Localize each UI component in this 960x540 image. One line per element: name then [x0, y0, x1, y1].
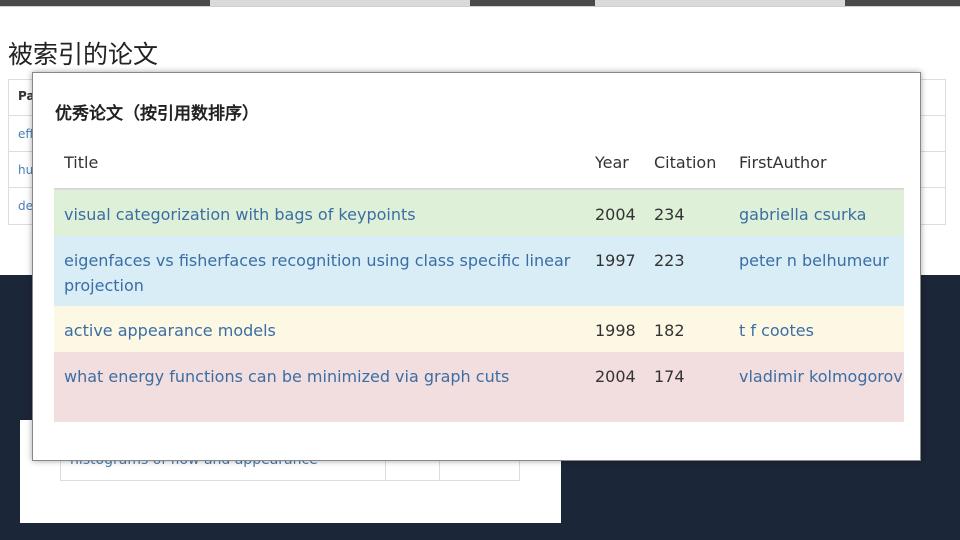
paper-author-link[interactable]: vladimir kolmogorov	[739, 364, 904, 389]
paper-author-link[interactable]: gabriella csurka	[739, 202, 904, 227]
table-row: visual categorization with bags of keypo…	[54, 190, 904, 236]
paper-year: 1997	[595, 251, 636, 270]
column-header-first-author[interactable]: FirstAuthor	[739, 153, 904, 172]
paper-citation-count: 182	[654, 321, 685, 340]
paper-title-link[interactable]: active appearance models	[64, 318, 584, 343]
paper-author-link[interactable]: peter n belhumeur	[739, 248, 904, 273]
paper-citation-count: 223	[654, 251, 685, 270]
top-papers-table: Title Year Citation FirstAuthor visual c…	[54, 143, 904, 422]
table-header: Title Year Citation FirstAuthor	[54, 143, 904, 190]
panel-title: 被索引的论文	[8, 40, 159, 69]
row-link-stub[interactable]: hu	[18, 163, 33, 177]
table-row: what energy functions can be minimized v…	[54, 352, 904, 422]
paper-citation-count: 174	[654, 367, 685, 386]
top-papers-panel: 优秀论文（按引用数排序） Title Year Citation FirstAu…	[32, 72, 921, 461]
paper-title-link[interactable]: eigenfaces vs fisherfaces recognition us…	[64, 248, 584, 298]
paper-year: 2004	[595, 367, 636, 386]
table-row: eigenfaces vs fisherfaces recognition us…	[54, 236, 904, 306]
paper-year: 1998	[595, 321, 636, 340]
paper-year: 2004	[595, 205, 636, 224]
column-header-citation[interactable]: Citation	[654, 153, 716, 172]
paper-author-link[interactable]: t f cootes	[739, 318, 904, 343]
table-row: active appearance models 1998 182 t f co…	[54, 306, 904, 352]
row-link-stub[interactable]: de	[18, 199, 33, 213]
panel-title: 优秀论文（按引用数排序）	[55, 104, 259, 124]
column-header-title[interactable]: Title	[64, 153, 584, 172]
paper-title-link[interactable]: visual categorization with bags of keypo…	[64, 202, 584, 227]
paper-title-link[interactable]: what energy functions can be minimized v…	[64, 364, 584, 389]
paper-citation-count: 234	[654, 205, 685, 224]
column-header-year[interactable]: Year	[595, 153, 629, 172]
